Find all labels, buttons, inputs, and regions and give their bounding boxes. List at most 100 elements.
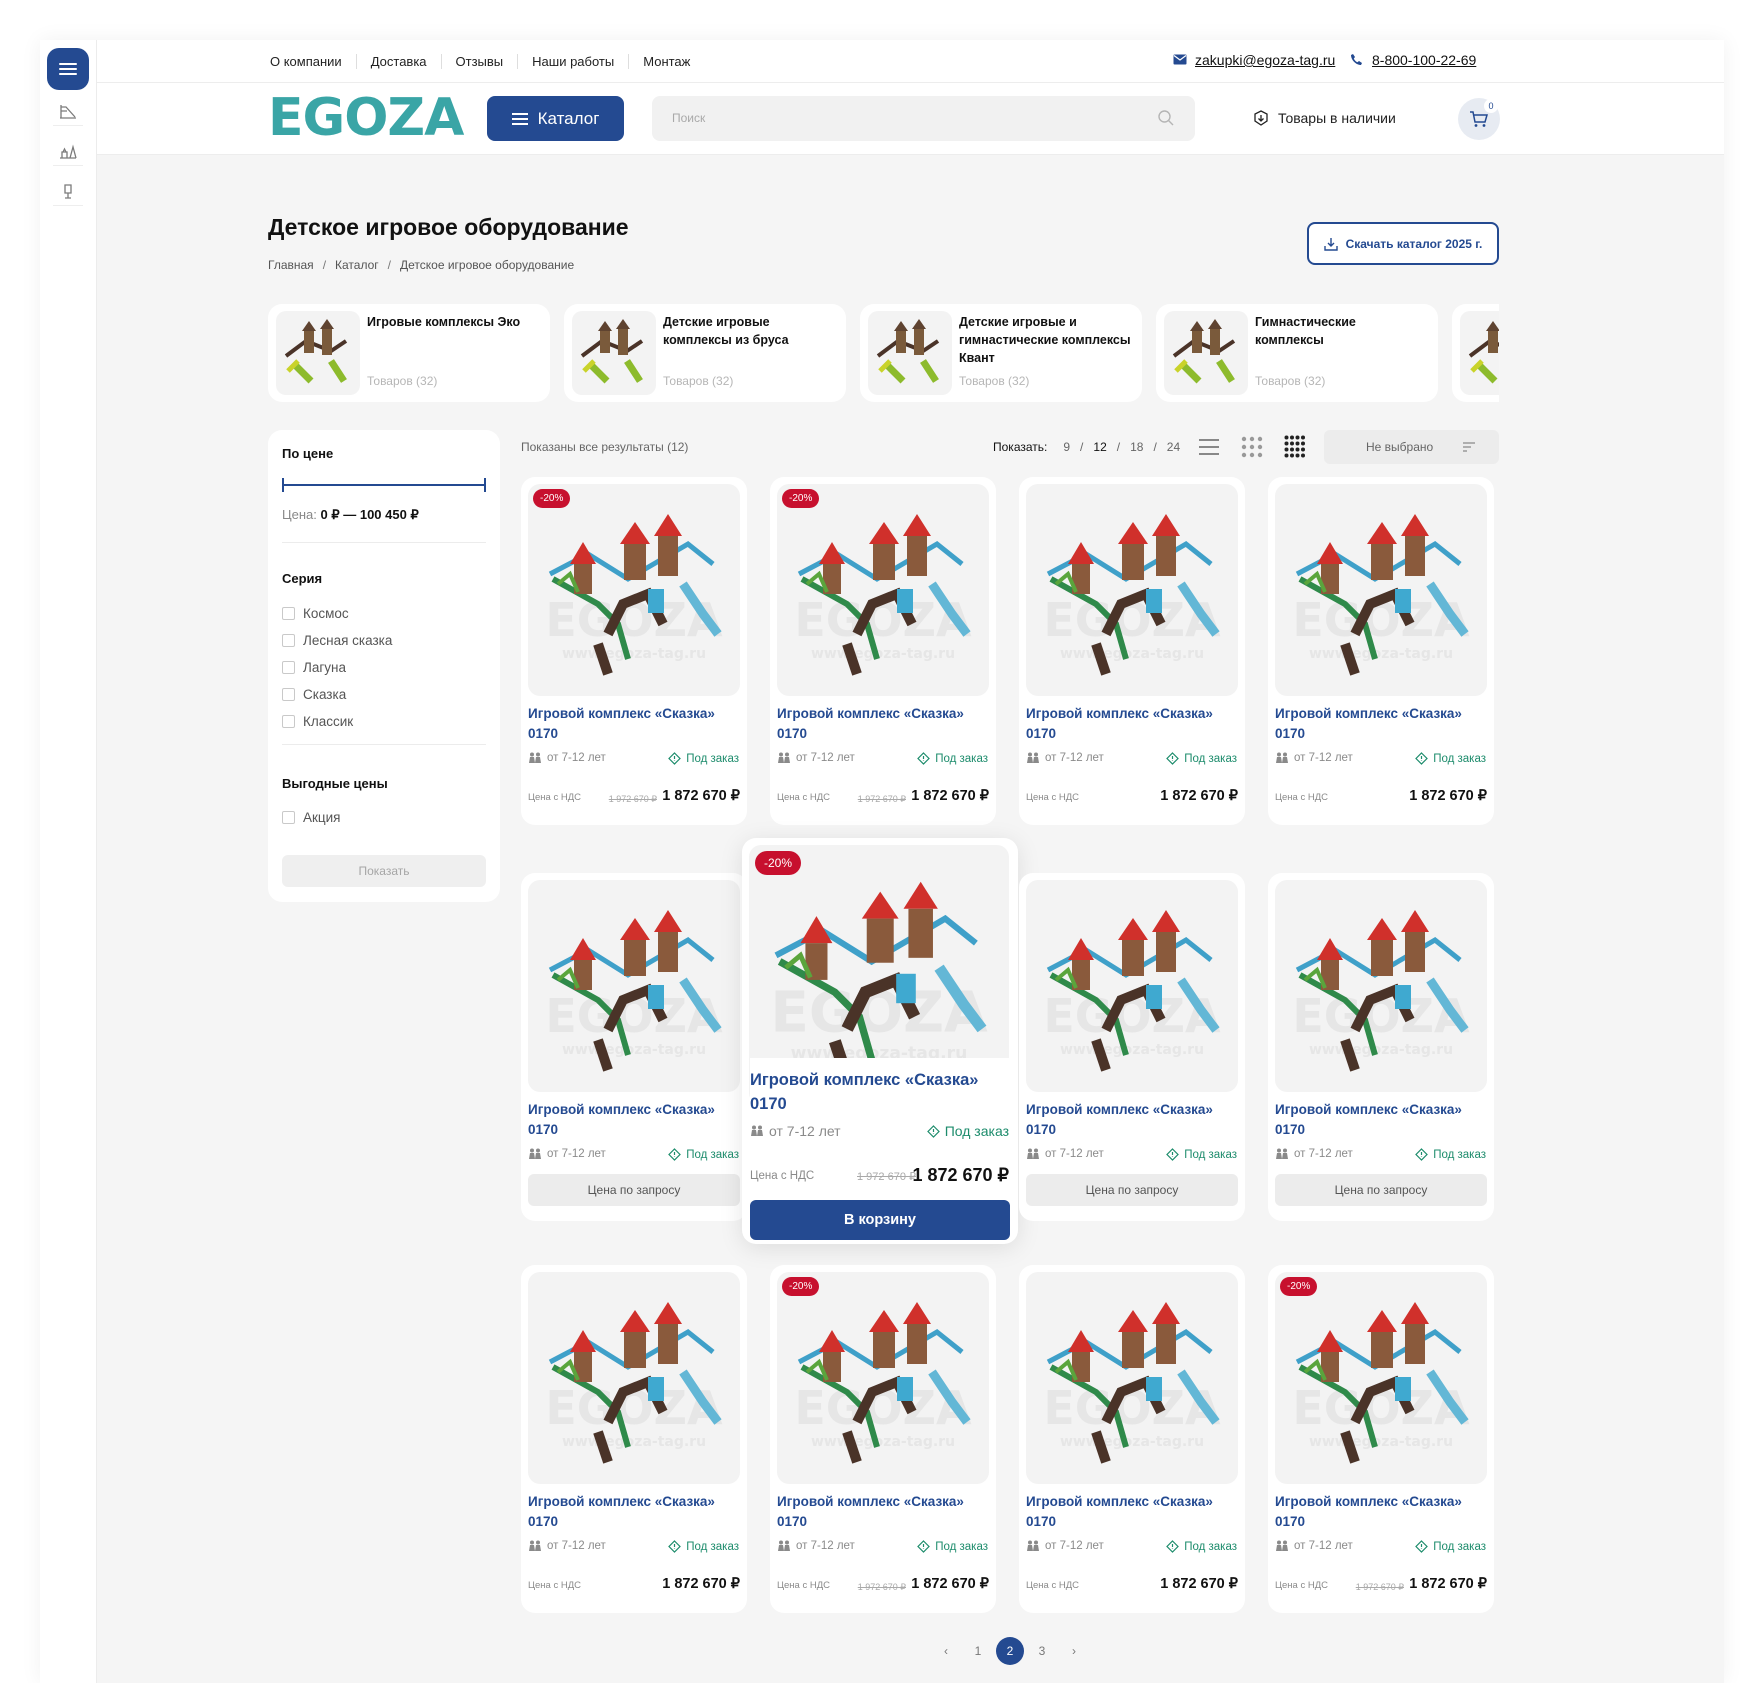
nav-link-installation[interactable]: Монтаж [628,54,704,69]
product-card[interactable]: EGOZA www.egoza-tag.ru Игровой комплекс «С… [1268,477,1494,825]
product-card[interactable]: EGOZA www.egoza-tag.ru -20% Игровой комплек… [770,477,996,825]
checkbox-icon[interactable] [282,688,295,701]
product-name[interactable]: Игровой комплекс «Сказка» 0170 [1275,704,1488,744]
product-card[interactable]: EGOZA www.egoza-tag.ru Игровой комплекс «С… [1019,477,1245,825]
category-image [1164,311,1248,395]
product-card[interactable]: EGOZA www.egoza-tag.ru Игровой комплекс «С… [521,873,747,1221]
product-card[interactable]: EGOZA www.egoza-tag.ru Игровой комплекс «С… [1268,873,1494,1221]
per-page-option-selected[interactable]: 12 [1093,440,1106,454]
prev-page-icon[interactable]: ‹ [930,1644,962,1658]
product-availability: Под заказ [1415,1148,1486,1161]
series-checkbox[interactable]: Лагуна [282,660,346,675]
search-icon[interactable] [1157,109,1175,127]
checkbox-icon[interactable] [282,661,295,674]
checkbox-icon[interactable] [282,607,295,620]
menu-button[interactable] [47,48,89,90]
availability-icon [917,752,931,765]
product-availability: Под заказ [1415,752,1486,765]
nav-link-reviews[interactable]: Отзывы [440,54,518,69]
availability-icon [1415,752,1429,765]
product-image[interactable]: EGOZA www.egoza-tag.ru [1026,1272,1238,1484]
page-link[interactable]: 1 [962,1644,994,1658]
product-card[interactable]: EGOZA www.egoza-tag.ru -20% Игровой комплек… [521,477,747,825]
per-page-option[interactable]: 18 [1130,440,1143,454]
product-image[interactable]: EGOZA www.egoza-tag.ru [1275,1272,1487,1484]
series-checkbox[interactable]: Сказка [282,687,346,702]
series-checkbox[interactable]: Лесная сказка [282,633,392,648]
page-link[interactable]: 3 [1026,1644,1058,1658]
product-image[interactable]: EGOZA www.egoza-tag.ru [528,880,740,1092]
product-name[interactable]: Игровой комплекс «Сказка» 0170 [1275,1100,1488,1140]
category-card[interactable]: Детские игровые и гимнастические комплек… [860,304,1142,402]
price-on-request-button[interactable]: Цена по запросу [1026,1174,1238,1206]
availability-icon [1166,752,1180,765]
cart-button[interactable]: 0 [1458,98,1500,140]
product-image[interactable]: EGOZA www.egoza-tag.ru [528,484,740,696]
logo[interactable]: EGOZA [268,92,464,144]
price-on-request-button[interactable]: Цена по запросу [528,1174,740,1206]
list-view-icon[interactable] [1198,437,1220,457]
product-image[interactable]: EGOZA www.egoza-tag.ru [777,1272,989,1484]
grid-3-view-icon[interactable] [1241,436,1263,458]
phone-link[interactable]: 8-800-100-22-69 [1372,52,1476,68]
product-image[interactable]: EGOZA www.egoza-tag.ru [528,1272,740,1484]
page-link-current[interactable]: 2 [996,1637,1024,1665]
category-card-partial[interactable] [1452,304,1499,402]
product-card[interactable]: EGOZA www.egoza-tag.ru -20% Игровой комплек… [770,1265,996,1613]
grid-4-view-icon[interactable] [1284,435,1306,459]
product-card[interactable]: EGOZA www.egoza-tag.ru Игровой комплекс «С… [521,1265,747,1613]
per-page-option[interactable]: 24 [1167,440,1180,454]
checkbox-icon[interactable] [282,634,295,647]
product-name[interactable]: Игровой комплекс «Сказка» 0170 [750,1058,1018,1116]
category-card[interactable]: Игровые комплексы Эко Товаров (32) [268,304,550,402]
product-image[interactable]: EGOZA www.egoza-tag.ru [1275,880,1487,1092]
search-input[interactable]: Поиск [652,96,1195,141]
product-name[interactable]: Игровой комплекс «Сказка» 0170 [777,1492,990,1532]
catalog-button[interactable]: Каталог [487,96,624,141]
product-card[interactable]: EGOZA www.egoza-tag.ru Игровой комплекс «С… [1019,873,1245,1221]
next-page-icon[interactable]: › [1058,1644,1090,1658]
price-slider[interactable] [282,478,486,492]
lamp-icon[interactable] [53,176,83,206]
product-name[interactable]: Игровой комплекс «Сказка» 0170 [1026,1100,1239,1140]
checkbox-icon[interactable] [282,715,295,728]
series-checkbox[interactable]: Космос [282,606,349,621]
nav-link-delivery[interactable]: Доставка [355,54,441,69]
checkbox-icon[interactable] [282,811,295,824]
svg-text:www.egoza-tag.ru: www.egoza-tag.ru [1060,646,1204,662]
product-availability-text: Под заказ [1433,752,1486,765]
nav-link-about[interactable]: О компании [270,54,356,69]
nav-link-works[interactable]: Наши работы [517,54,628,69]
product-name[interactable]: Игровой комплекс «Сказка» 0170 [777,704,990,744]
product-card[interactable]: EGOZA www.egoza-tag.ru Игровой комплекс «С… [1019,1265,1245,1613]
product-card-hovered[interactable]: EGOZA www.egoza-tag.ru -20% Игровой комплек… [742,838,1018,1244]
product-image[interactable]: EGOZA www.egoza-tag.ru [777,484,989,696]
email-link[interactable]: zakupki@egoza-tag.ru [1195,52,1335,68]
apply-filter-button[interactable]: Показать [282,855,486,887]
price-on-request-button[interactable]: Цена по запросу [1275,1174,1487,1206]
product-name[interactable]: Игровой комплекс «Сказка» 0170 [528,704,741,744]
breadcrumb-home[interactable]: Главная [268,258,314,272]
per-page-option[interactable]: 9 [1063,440,1070,454]
stock-link[interactable]: Товары в наличии [1252,109,1396,127]
category-card[interactable]: Гимнастические комплексы Товаров (32) [1156,304,1438,402]
playground-icon[interactable] [53,136,83,166]
product-name[interactable]: Игровой комплекс «Сказка» 0170 [1275,1492,1488,1532]
category-card[interactable]: Детские игровые комплексы из бруса Товар… [564,304,846,402]
product-image[interactable]: EGOZA www.egoza-tag.ru [1275,484,1487,696]
product-name[interactable]: Игровой комплекс «Сказка» 0170 [1026,704,1239,744]
product-name[interactable]: Игровой комплекс «Сказка» 0170 [528,1492,741,1532]
slide-icon[interactable] [53,96,83,126]
product-image[interactable]: EGOZA www.egoza-tag.ru [1026,484,1238,696]
sort-select[interactable]: Не выбрано [1324,430,1499,464]
add-to-cart-button[interactable]: В корзину [750,1200,1010,1240]
product-image[interactable]: EGOZA www.egoza-tag.ru [1026,880,1238,1092]
product-card[interactable]: EGOZA www.egoza-tag.ru -20% Игровой комплек… [1268,1265,1494,1613]
product-name[interactable]: Игровой комплекс «Сказка» 0170 [1026,1492,1239,1532]
download-catalog-button[interactable]: Скачать каталог 2025 г. [1307,222,1499,265]
deals-checkbox[interactable]: Акция [282,810,341,825]
product-price: 1 872 670 ₽ [662,788,740,804]
series-checkbox[interactable]: Классик [282,714,353,729]
breadcrumb-catalog[interactable]: Каталог [335,258,379,272]
product-name[interactable]: Игровой комплекс «Сказка» 0170 [528,1100,741,1140]
